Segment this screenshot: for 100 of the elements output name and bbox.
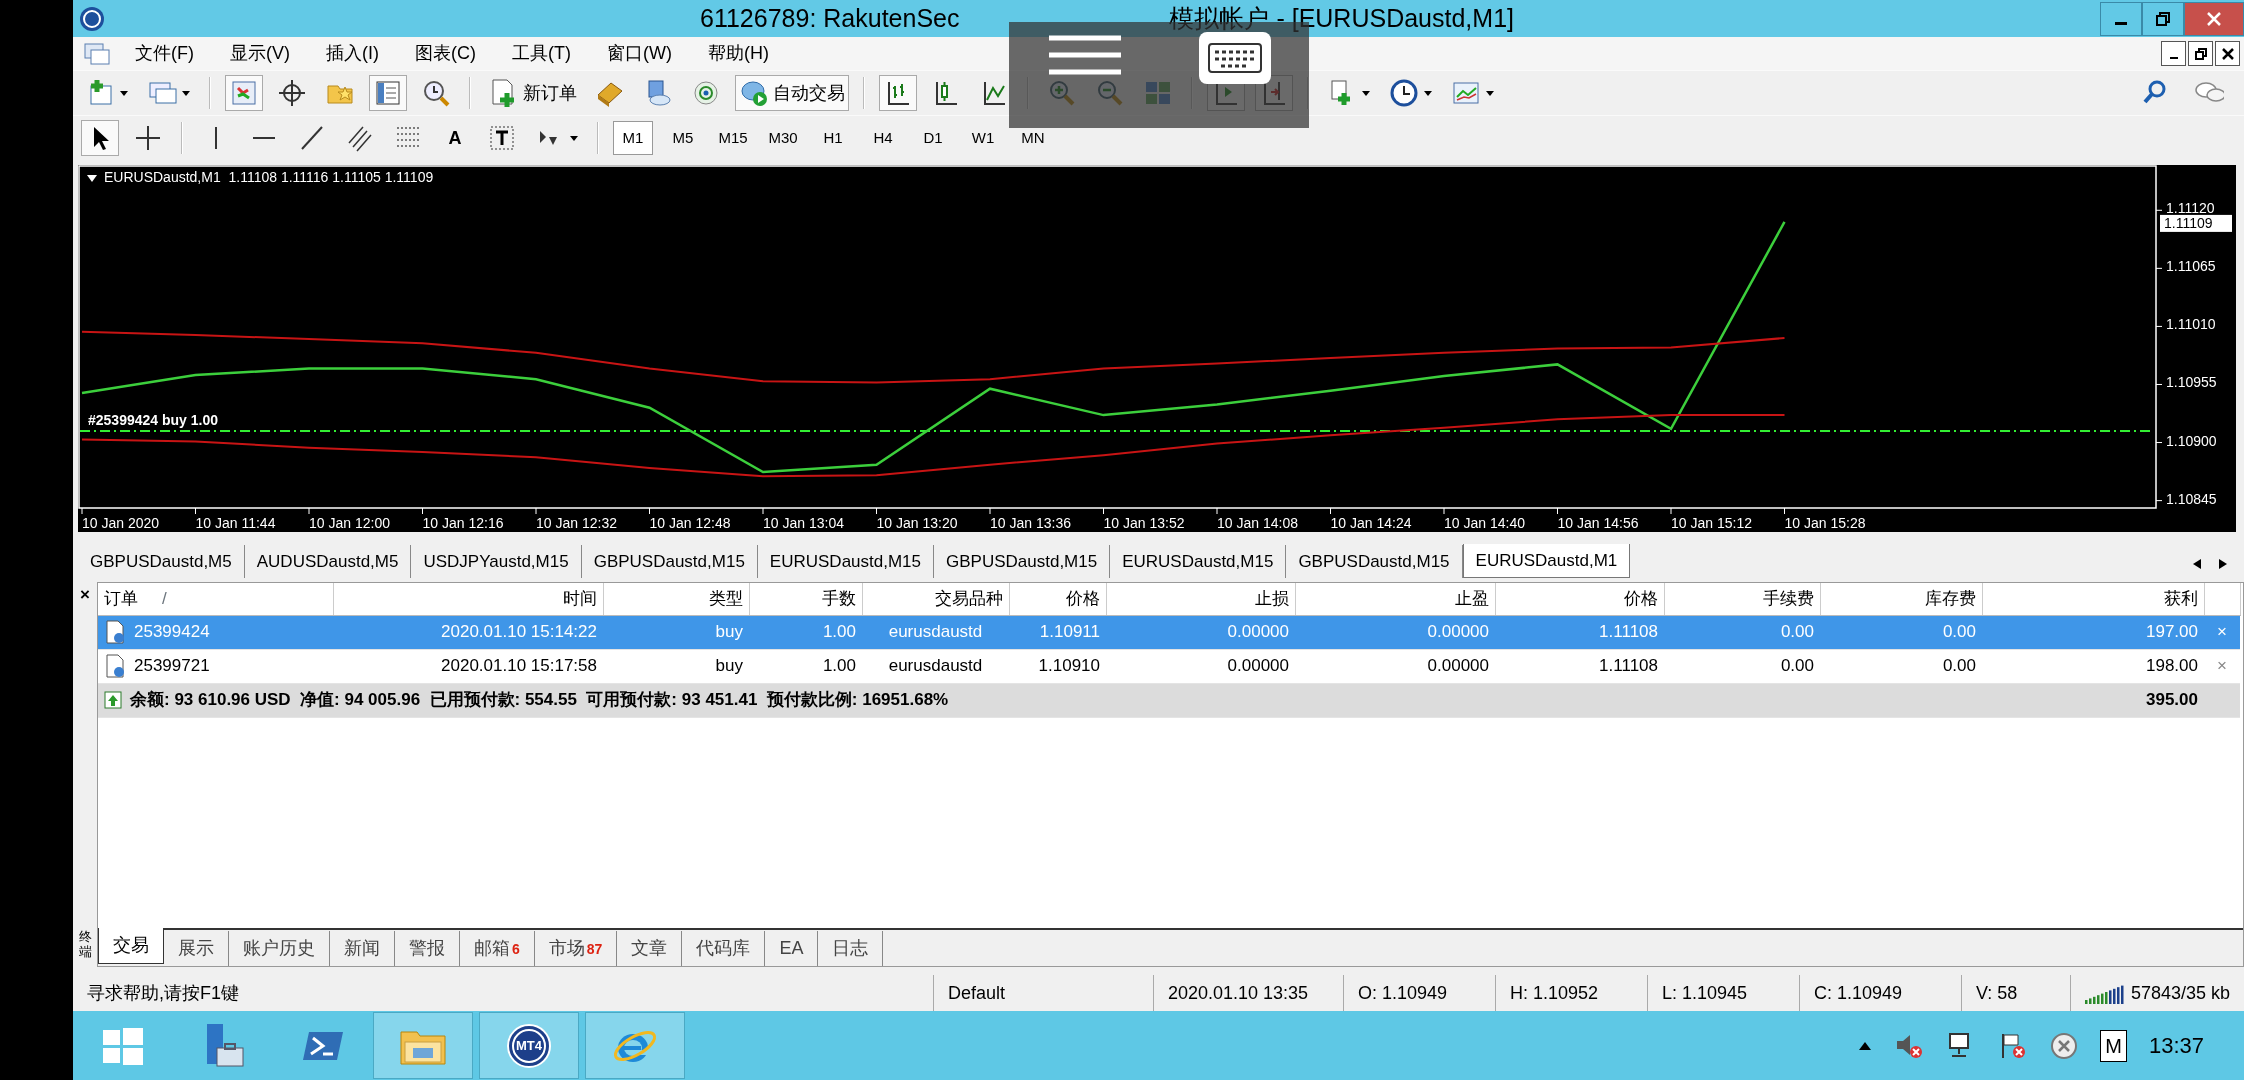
bar-chart-icon[interactable]	[879, 75, 917, 111]
scroll-right-icon[interactable]	[2218, 558, 2228, 570]
keyboard-icon[interactable]	[1197, 30, 1273, 86]
show-hidden-icon[interactable]	[1858, 1040, 1873, 1051]
timeframe-button[interactable]: H4	[863, 121, 903, 155]
clock-text[interactable]: 13:37	[2148, 1029, 2204, 1062]
timeframe-button[interactable]: M15	[713, 121, 753, 155]
panel-tab[interactable]: 市场 87	[534, 930, 618, 966]
order-label: #25399424 buy 1.00	[88, 411, 218, 428]
status-text: 寻求帮助,请按F1键	[86, 981, 240, 1005]
table-cell: eurusdaustd	[862, 615, 1009, 649]
order-icon	[104, 620, 126, 644]
table-cell-text: 25399424	[134, 621, 210, 644]
table-cell: 0.00000	[1295, 615, 1495, 649]
text-tool[interactable]: A	[437, 120, 473, 156]
panel-icon[interactable]	[369, 75, 407, 111]
minimize-button[interactable]	[2100, 1, 2142, 36]
panel-tab[interactable]: 代码库	[682, 930, 766, 966]
axis-label: 1.10845	[2166, 490, 2217, 507]
panel-tab[interactable]: 日志	[818, 930, 884, 966]
panel-tab[interactable]: 账户历史	[229, 930, 330, 966]
menu-item[interactable]: 显示(V)	[212, 40, 308, 67]
timeframe-button[interactable]: M1	[613, 121, 653, 155]
column-header[interactable]: 手续费	[1664, 583, 1820, 615]
timeframe-button[interactable]: W1	[963, 121, 1003, 155]
column-header[interactable]: 价格	[1009, 583, 1106, 615]
time-label: 10 Jan 14:40	[1444, 515, 1525, 531]
market-watch-icon[interactable]	[225, 75, 263, 111]
panel-tab[interactable]: 邮箱 6	[460, 930, 535, 966]
table-cell: buy	[603, 615, 749, 649]
timeframe-button[interactable]: M5	[663, 121, 703, 155]
time-label: 10 Jan 13:36	[990, 515, 1071, 531]
timeframe-button[interactable]: M30	[763, 121, 803, 155]
order-icon	[104, 654, 126, 678]
table-cell: eurusdaustd	[862, 649, 1009, 683]
close-button[interactable]: ×	[80, 582, 90, 608]
account-summary: 余额: 93 610.96 USD 净值: 94 005.96 已用预付款: 554.55 可用预付款: 93 451.41 预付款比例: 16951.68%	[130, 689, 949, 712]
dropdown-icon[interactable]	[86, 172, 98, 183]
time-label: 10 Jan 12:16	[422, 515, 504, 531]
window-title: 61126789: RakutenSec	[700, 2, 960, 34]
restore-button[interactable]	[2142, 1, 2184, 36]
time-label: 10 Jan 14:08	[1217, 515, 1298, 531]
axis-label: 1.10900	[2166, 432, 2217, 449]
axis-label: 1.11120	[2166, 200, 2215, 217]
panel-tab[interactable]: 警报	[395, 930, 460, 966]
column-header[interactable]: 价格	[1495, 583, 1664, 615]
column-header[interactable]: 库存费	[1820, 583, 1982, 615]
panel-tab[interactable]: 文章	[617, 930, 683, 966]
table-cell: 1.00	[749, 615, 862, 649]
column-header[interactable]: 止盈	[1295, 583, 1495, 615]
table-cell: buy	[603, 649, 749, 683]
new-order-button[interactable]: 新订单	[485, 75, 581, 111]
panel-tab[interactable]: 展示	[164, 930, 229, 966]
menu-item[interactable]: 图表(C)	[397, 40, 494, 67]
chart-header: EURUSDaustd,M1 1.11108 1.11116 1.11105 1.11109	[104, 168, 434, 187]
menu-item[interactable]: 窗口(W)	[588, 40, 690, 67]
column-header[interactable]: 交易品种	[862, 583, 1009, 615]
column-header[interactable]: 类型	[603, 583, 749, 615]
column-header[interactable]: 时间	[333, 583, 603, 615]
close-circle-icon[interactable]	[2050, 1031, 2079, 1060]
status-text: 57843/35 kb	[2130, 981, 2230, 1005]
arrow-up-icon	[104, 691, 122, 709]
scroll-left-icon[interactable]	[2192, 558, 2202, 570]
count-label: 6	[512, 940, 520, 957]
panel-label: 终端	[78, 930, 92, 959]
chart-window-icon	[83, 40, 111, 67]
timeframe-button[interactable]: D1	[913, 121, 953, 155]
sort-indicator: /	[162, 589, 167, 608]
column-header[interactable]: 手数	[749, 583, 862, 615]
column-header-label: 订单	[104, 589, 138, 608]
table-cell: 1.11108	[1495, 615, 1664, 649]
chart-tab[interactable]: EURUSDaustd,M1	[1462, 543, 1631, 578]
close-order-button[interactable]: ×	[2217, 656, 2227, 676]
menu-item[interactable]: 帮助(H)	[689, 40, 787, 67]
time-label: 10 Jan 13:04	[763, 515, 844, 531]
column-header[interactable]: 获利	[1982, 583, 2204, 615]
auto-trading-button[interactable]: 自动交易	[735, 75, 849, 111]
table-cell: 198.00	[1982, 649, 2204, 683]
table-cell: 0.00	[1820, 649, 1982, 683]
restore-icon[interactable]	[2155, 10, 2171, 27]
panel-tab[interactable]: 交易	[98, 928, 164, 964]
panel-tab[interactable]: 新闻	[330, 930, 395, 966]
timeframe-button[interactable]: H1	[813, 121, 853, 155]
table-row[interactable]: 25399721 2020.01.10 15:17:58 buy 1.00 eurusdaustd 1.10910 0.00000 0.00000 1.11108 0.00 0.00 198.00 ×	[98, 649, 2240, 683]
column-header[interactable]: 止损	[1106, 583, 1295, 615]
menu-item[interactable]: 插入(I)	[308, 40, 397, 67]
table-cell: 395.00	[1982, 683, 2204, 717]
table-cell-text: 25399721	[134, 655, 210, 678]
table-cell: 1.10911	[1009, 615, 1106, 649]
menu-item[interactable]: 文件(F)	[117, 40, 212, 67]
app-logo-icon	[79, 5, 105, 32]
app-icon[interactable]: MT4	[479, 1012, 579, 1079]
input-method-indicator[interactable]: M	[2100, 1029, 2127, 1062]
cursor-icon[interactable]	[81, 120, 119, 156]
time-label: 10 Jan 12:00	[309, 515, 390, 531]
table-cell: 1.00	[749, 649, 862, 683]
panel-tab[interactable]: EA	[765, 930, 819, 966]
menu-item[interactable]: 工具(T)	[494, 40, 589, 67]
table-cell: 2020.01.10 15:17:58	[333, 649, 603, 683]
table-cell: 2020.01.10 15:14:22	[333, 615, 603, 649]
